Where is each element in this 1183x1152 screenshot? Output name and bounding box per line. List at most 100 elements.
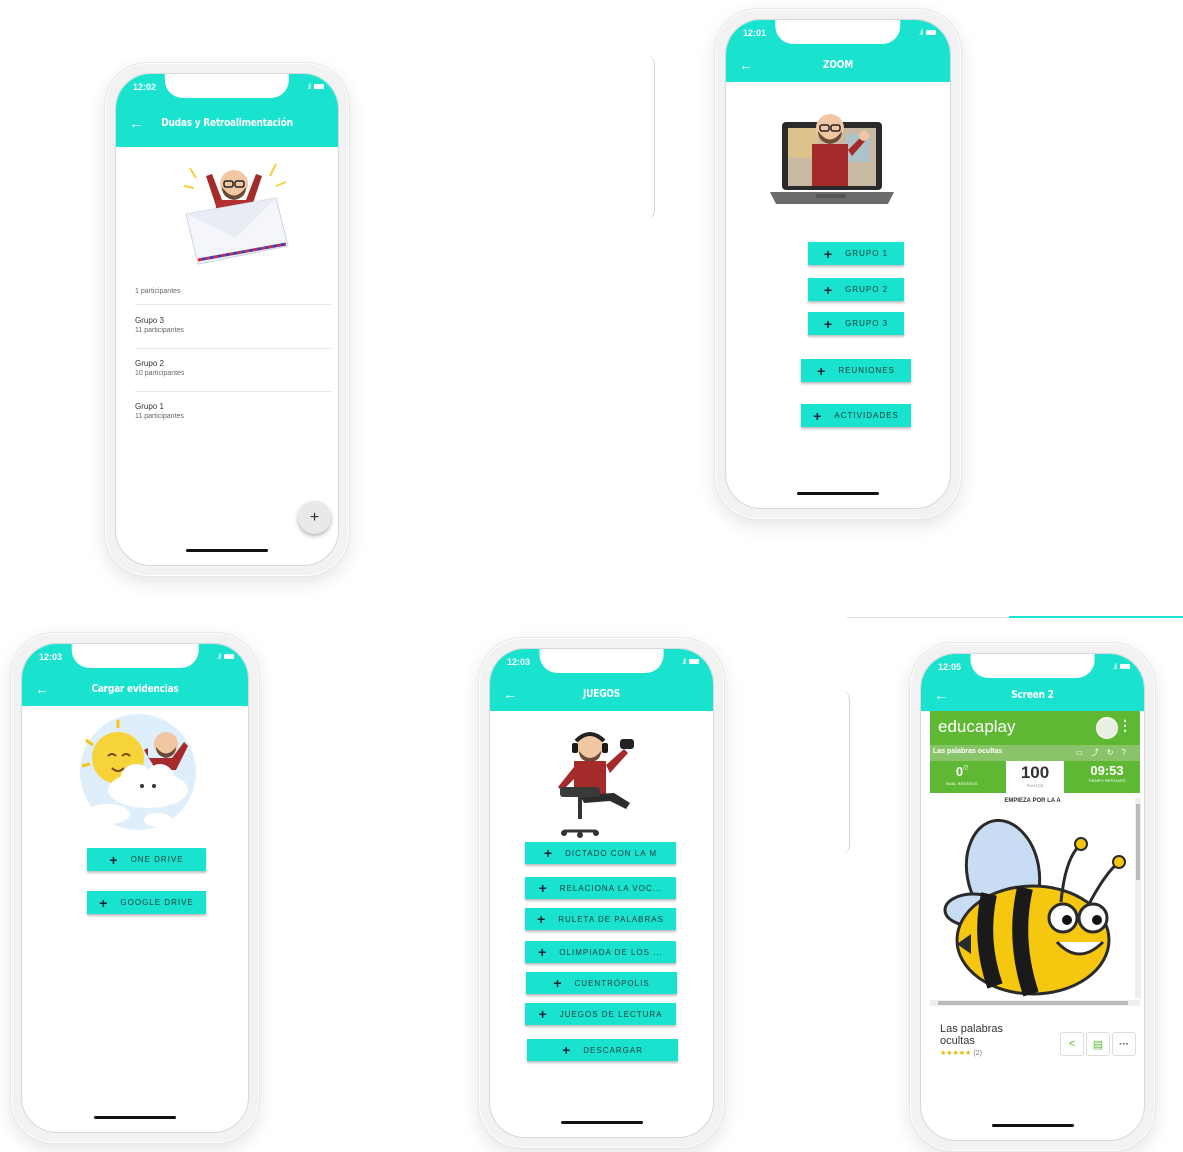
attempts: 0/2 NUM. INTENTOS [934, 763, 990, 786]
time: 09:53 TIEMPO RESTANTE [1076, 763, 1138, 783]
notch [71, 644, 199, 668]
toolbar-icons[interactable]: ▭⤴↻? [1075, 747, 1134, 758]
button-label: ONE DRIVE [130, 855, 184, 864]
battery-icon [1120, 664, 1130, 669]
signal-icon: .ıl [306, 82, 311, 91]
page-title: JUEGOS [583, 687, 620, 700]
scroll-thumb[interactable] [1136, 804, 1140, 880]
phone-dudas: 12:02 .ıl ← Dudas y Retroalimentación 1 … [104, 62, 350, 577]
rating-count: (2) [973, 1050, 982, 1057]
score-bar: 0/2 NUM. INTENTOS 100 PUNTOS 09:53 TIEMP… [930, 761, 1140, 793]
plus-icon: + [823, 245, 834, 262]
user-avatar-icon[interactable] [1096, 717, 1118, 739]
rating: ★★★★★ (2) [940, 1049, 982, 1057]
button-label: DICTADO CON LA M [565, 848, 658, 858]
olimpiada-button[interactable]: + OLIMPIADA DE LOS ... [525, 941, 676, 963]
plus-icon: + [823, 281, 834, 298]
avatar-gamer-illustration [558, 732, 634, 838]
page-title: Dudas y Retroalimentación [161, 116, 293, 129]
app-bar: 12:03 .ıl ← Cargar evidencias [22, 644, 248, 706]
screen-screen2: 12:05 .ıl ← Screen 2 educaplay ⋮ Las pal… [920, 653, 1145, 1141]
kebab-menu-icon[interactable]: ⋮ [1118, 717, 1132, 734]
page-title: Cargar evidencias [91, 682, 179, 695]
list-item[interactable]: 1 participantes [135, 286, 331, 305]
attempts-label: NUM. INTENTOS [946, 781, 978, 786]
home-indicator [797, 492, 879, 495]
add-fab-button[interactable]: + [298, 501, 331, 534]
plus-icon: + [538, 1006, 548, 1022]
button-label: JUEGOS DE LECTURA [559, 1009, 663, 1019]
signal-icon: .ıl [1112, 662, 1117, 671]
button-label: GOOGLE DRIVE [120, 898, 194, 907]
list-item-sub: 1 participantes [135, 288, 181, 295]
actividades-button[interactable]: + ACTIVIDADES [801, 404, 911, 427]
list-item-sub: 10 participantes [135, 370, 185, 377]
status-clock: 12:02 [133, 82, 157, 92]
dictado-button[interactable]: + DICTADO CON LA M [525, 842, 676, 864]
scroll-thumb[interactable] [938, 1001, 1128, 1005]
game-title: Las palabras ocultas [933, 748, 1003, 755]
button-label: ACTIVIDADES [834, 411, 899, 420]
status-icons: .ıl [307, 82, 324, 91]
plus-icon: + [109, 851, 119, 868]
reuniones-button[interactable]: + REUNIONES [801, 359, 911, 382]
points-label: PUNTOS [1026, 783, 1044, 788]
button-label: RELACIONA LA VOC... [559, 883, 663, 893]
list-item[interactable]: Grupo 1 11 participantes [135, 402, 331, 434]
battery-icon [224, 654, 234, 659]
status-icons: .ıl [217, 652, 234, 661]
signal-icon: .ıl [216, 652, 221, 661]
prompt-text: EMPIEZA POR LA A [1004, 798, 1061, 804]
bee-illustration [943, 818, 1126, 997]
ruleta-button[interactable]: + RULETA DE PALABRAS [525, 908, 676, 930]
horizontal-scrollbar[interactable] [930, 1000, 1140, 1006]
list-item[interactable]: Grupo 2 10 participantes [135, 359, 331, 392]
card-title: Las palabras ocultas [940, 1023, 1003, 1047]
avatar-envelope-illustration [183, 163, 289, 265]
notch [164, 74, 290, 98]
share-icon[interactable]: < [1060, 1032, 1084, 1056]
list-item[interactable]: Grupo 3 11 participantes [135, 316, 331, 349]
grupo-2-button[interactable]: + GRUPO 2 [808, 278, 904, 301]
one-drive-button[interactable]: + ONE DRIVE [87, 848, 206, 871]
home-indicator [94, 1116, 176, 1119]
juegos-lectura-button[interactable]: + JUEGOS DE LECTURA [525, 1003, 676, 1025]
status-clock: 12:05 [938, 662, 962, 672]
google-drive-button[interactable]: + GOOGLE DRIVE [87, 891, 206, 914]
notch [775, 20, 901, 44]
more-icon[interactable]: ··· [1112, 1032, 1136, 1056]
grupo-1-button[interactable]: + GRUPO 1 [808, 242, 904, 265]
plus-icon: + [99, 894, 109, 911]
status-clock: 12:03 [39, 652, 63, 662]
signal-icon: .ıl [918, 28, 923, 37]
educaplay-toolbar: Las palabras ocultas ▭⤴↻? [930, 745, 1140, 761]
plus-icon: + [538, 944, 548, 960]
status-icons: .ıl [919, 28, 936, 37]
grupo-3-button[interactable]: + GRUPO 3 [808, 312, 904, 335]
page-title: ZOOM [823, 58, 853, 71]
button-label: REUNIONES [838, 366, 895, 375]
points-value: 100 [1020, 763, 1050, 782]
time-value: 09:53 [1090, 763, 1124, 778]
page-title: Screen 2 [1011, 688, 1054, 701]
app-bar: 12:02 .ıl ← Dudas y Retroalimentación [116, 74, 338, 147]
app-bar: 12:01 .ıl ← ZOOM [726, 20, 950, 82]
list-item-title: Grupo 3 [135, 316, 164, 325]
plus-icon: + [817, 362, 827, 379]
relaciona-button[interactable]: + RELACIONA LA VOC... [525, 877, 676, 899]
app-bar: 12:03 .ıl ← JUEGOS [490, 649, 713, 711]
document-icon[interactable]: ▤ [1086, 1032, 1110, 1056]
cuentropolis-button[interactable]: + CUENTRÓPOLIS [526, 972, 677, 994]
vertical-scrollbar[interactable] [1135, 798, 1141, 998]
educaplay-header: educaplay ⋮ [930, 711, 1140, 745]
screen-dudas: 12:02 .ıl ← Dudas y Retroalimentación 1 … [115, 73, 339, 566]
app-bar: 12:05 .ıl ← Screen 2 [921, 654, 1144, 711]
divider-line-teal [1009, 616, 1183, 618]
list-item-title: Grupo 2 [135, 359, 164, 368]
plus-icon: + [538, 880, 548, 896]
phone-juegos: 12:03 .ıl ← JUEGOS + DICTADO CON LA M + RE… [478, 637, 725, 1149]
home-indicator [991, 1124, 1074, 1127]
divider-arc-1 [640, 55, 655, 220]
time-label: TIEMPO RESTANTE [1088, 778, 1126, 783]
descargar-button[interactable]: + DESCARGAR [527, 1039, 678, 1061]
